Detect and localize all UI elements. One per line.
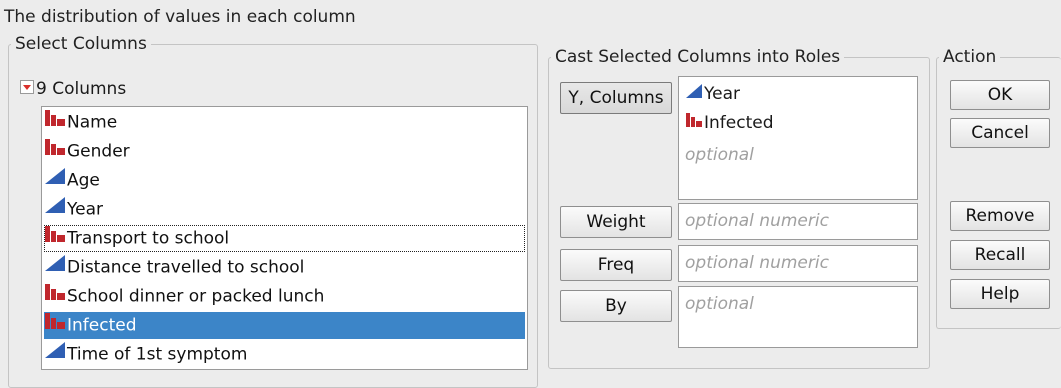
nominal-bar-icon <box>44 283 66 310</box>
cast-roles-legend: Cast Selected Columns into Roles <box>555 47 841 67</box>
by-role-field[interactable]: optional <box>678 286 918 348</box>
column-list-item-label: Time of 1st symptom <box>67 344 248 365</box>
disclosure-triangle-icon[interactable] <box>20 80 34 94</box>
column-list-item[interactable]: Age <box>44 167 525 194</box>
nominal-bar-icon <box>685 109 703 137</box>
by-button[interactable]: By <box>560 290 672 322</box>
continuous-triangle-icon <box>44 196 66 223</box>
y-role-item-infected[interactable]: Infected <box>685 109 774 137</box>
freq-placeholder: optional numeric <box>685 253 829 273</box>
continuous-triangle-icon <box>44 341 66 368</box>
cancel-button[interactable]: Cancel <box>950 118 1050 148</box>
y-role-item-year[interactable]: Year <box>685 80 740 108</box>
column-list-item-label: School dinner or packed lunch <box>67 286 325 307</box>
nominal-bar-icon <box>44 138 66 165</box>
column-list-item-label: Year <box>67 199 103 220</box>
y-columns-role-list[interactable]: Year Infected optional <box>678 76 918 200</box>
dialog-description: The distribution of values in each colum… <box>4 7 356 27</box>
column-list-item[interactable]: Year <box>44 196 525 223</box>
continuous-triangle-icon <box>44 254 66 281</box>
ok-button[interactable]: OK <box>950 80 1050 110</box>
column-list-item-label: Distance travelled to school <box>67 257 305 278</box>
column-list-item-label: Infected <box>67 315 137 336</box>
weight-placeholder: optional numeric <box>685 211 829 231</box>
column-list-item[interactable]: Time of 1st symptom <box>44 341 525 368</box>
weight-role-field[interactable]: optional numeric <box>678 203 918 240</box>
select-columns-legend: Select Columns <box>15 34 147 54</box>
y-columns-button[interactable]: Y, Columns <box>560 82 672 114</box>
y-columns-placeholder: optional <box>685 145 754 165</box>
weight-button[interactable]: Weight <box>560 206 672 238</box>
column-list-item[interactable]: Distance travelled to school <box>44 254 525 281</box>
column-list-item[interactable]: Transport to school <box>44 225 525 252</box>
column-list-item[interactable]: School dinner or packed lunch <box>44 283 525 310</box>
columns-count-label: 9 Columns <box>36 79 127 99</box>
by-placeholder: optional <box>685 294 754 314</box>
column-list-item-label: Age <box>67 170 100 191</box>
recall-button[interactable]: Recall <box>950 240 1050 270</box>
column-list-item[interactable]: Name <box>44 109 525 136</box>
column-list-item[interactable]: Gender <box>44 138 525 165</box>
nominal-bar-icon <box>44 312 66 339</box>
action-legend: Action <box>943 47 997 67</box>
freq-button[interactable]: Freq <box>560 249 672 281</box>
column-list-item-label: Transport to school <box>67 228 230 249</box>
continuous-triangle-icon <box>685 80 703 108</box>
nominal-bar-icon <box>44 225 66 252</box>
freq-role-field[interactable]: optional numeric <box>678 245 918 282</box>
y-role-item-label: Year <box>704 84 740 104</box>
remove-button[interactable]: Remove <box>950 201 1050 231</box>
column-list-item-label: Name <box>67 112 118 133</box>
nominal-bar-icon <box>44 109 66 136</box>
columns-count-header[interactable]: 9 Columns <box>20 78 126 100</box>
columns-list[interactable]: Name Gender Age Year Transport to school Dist… <box>41 106 528 370</box>
help-button[interactable]: Help <box>950 279 1050 309</box>
column-list-item[interactable]: Infected <box>44 312 525 339</box>
y-role-item-label: Infected <box>704 113 774 133</box>
column-list-item-label: Gender <box>67 141 130 162</box>
continuous-triangle-icon <box>44 167 66 194</box>
